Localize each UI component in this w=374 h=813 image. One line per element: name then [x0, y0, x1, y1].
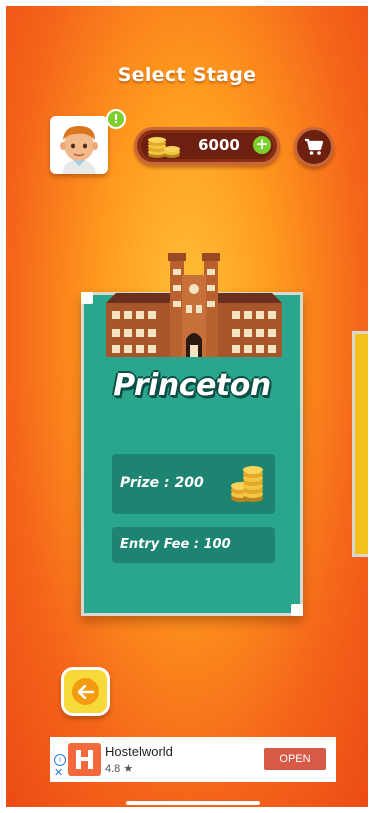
ad-app-name: Hostelworld	[105, 744, 173, 759]
home-indicator[interactable]	[126, 801, 260, 805]
ad-open-button[interactable]: OPEN	[264, 748, 326, 770]
entry-fee-label: Entry Fee : 100	[120, 537, 231, 552]
next-stage-card[interactable]	[352, 331, 368, 557]
player-avatar[interactable]	[50, 116, 108, 174]
coin-stack-icon	[148, 137, 180, 158]
page-title: Select Stage	[117, 64, 257, 86]
prize-label: Prize : 200	[120, 475, 204, 491]
ad-rating: 4.8 ★	[105, 763, 134, 775]
shop-button[interactable]	[294, 127, 334, 167]
ad-banner[interactable]: i ✕ Hostelworld 4.8 ★ OPEN	[50, 737, 336, 782]
coin-balance: 6000 +	[134, 127, 280, 165]
coin-count: 6000	[198, 136, 240, 154]
shopping-cart-icon	[305, 138, 324, 155]
stage-name: Princeton	[113, 368, 271, 403]
back-button-circle	[72, 678, 99, 705]
back-button[interactable]	[61, 667, 110, 716]
hostelworld-logo-icon	[76, 750, 93, 769]
ad-info-icon[interactable]: i	[54, 754, 66, 766]
avatar-icon	[50, 116, 108, 174]
add-coins-button[interactable]: +	[253, 136, 271, 154]
arrow-left-icon	[77, 684, 94, 699]
coin-stack-icon	[231, 466, 263, 502]
ad-close-icon[interactable]: ✕	[54, 767, 63, 778]
notification-badge[interactable]: !	[106, 109, 126, 129]
princeton-building-icon	[106, 253, 282, 357]
prize-panel: Prize : 200	[112, 454, 275, 514]
game-screen: Select Stage ! 6000 + Princeton Prize: …	[6, 6, 368, 807]
hostelworld-logo	[68, 743, 101, 776]
entry-fee-panel: Entry Fee : 100	[112, 527, 275, 563]
